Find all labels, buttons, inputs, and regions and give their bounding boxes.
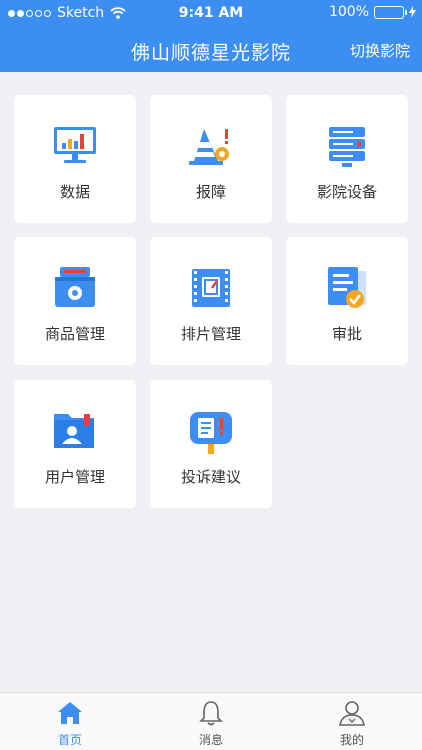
tile-label: 用户管理	[44, 468, 105, 486]
tile-label: 商品管理	[44, 325, 105, 343]
fault-report-icon	[189, 129, 229, 165]
tab-label: 首页	[57, 733, 82, 747]
data-chart-icon	[54, 127, 96, 163]
complaint-suggestion-icon	[190, 412, 232, 454]
profile-icon	[339, 701, 365, 726]
app-header: Sketch 9:41 AM 100% 佛山顺德星光影院 切换影院	[0, 0, 422, 72]
tile-label: 数据	[59, 183, 90, 201]
tab-profile[interactable]: 我的	[282, 693, 422, 750]
tile-label: 报障	[195, 183, 226, 201]
tile-fault-report[interactable]: 报障	[150, 95, 272, 223]
tab-label: 我的	[339, 733, 364, 747]
tile-complaint-suggestion[interactable]: 投诉建议	[150, 380, 272, 508]
tile-label: 投诉建议	[180, 468, 241, 486]
bell-icon	[199, 701, 223, 726]
tile-cinema-equipment[interactable]: 影院设备	[286, 95, 408, 223]
tile-data[interactable]: 数据	[14, 95, 136, 223]
home-icon	[58, 702, 82, 724]
user-management-icon	[54, 414, 94, 448]
bottom-tab-bar: 首页 消息 我的	[0, 692, 422, 750]
battery-icon	[374, 5, 407, 19]
tile-goods-management[interactable]: 商品管理	[14, 237, 136, 365]
approval-icon	[328, 267, 366, 308]
tile-label: 排片管理	[180, 325, 241, 343]
battery-status: 100%	[329, 4, 416, 20]
tile-user-management[interactable]: 用户管理	[14, 380, 136, 508]
goods-management-icon	[55, 267, 95, 307]
status-bar: Sketch 9:41 AM 100%	[0, 0, 422, 26]
tab-home[interactable]: 首页	[0, 693, 140, 750]
cinema-equipment-icon	[329, 127, 365, 167]
tile-label: 影院设备	[316, 183, 377, 201]
switch-cinema-button[interactable]: 切换影院	[350, 40, 410, 61]
tab-label: 消息	[198, 733, 223, 747]
tile-label: 审批	[331, 325, 362, 343]
battery-percent: 100%	[328, 4, 369, 20]
tile-approval[interactable]: 审批	[286, 237, 408, 365]
charging-bolt-icon	[409, 6, 416, 18]
tile-schedule-management[interactable]: 排片管理	[150, 237, 272, 365]
tab-messages[interactable]: 消息	[141, 693, 281, 750]
schedule-management-icon	[192, 269, 230, 307]
